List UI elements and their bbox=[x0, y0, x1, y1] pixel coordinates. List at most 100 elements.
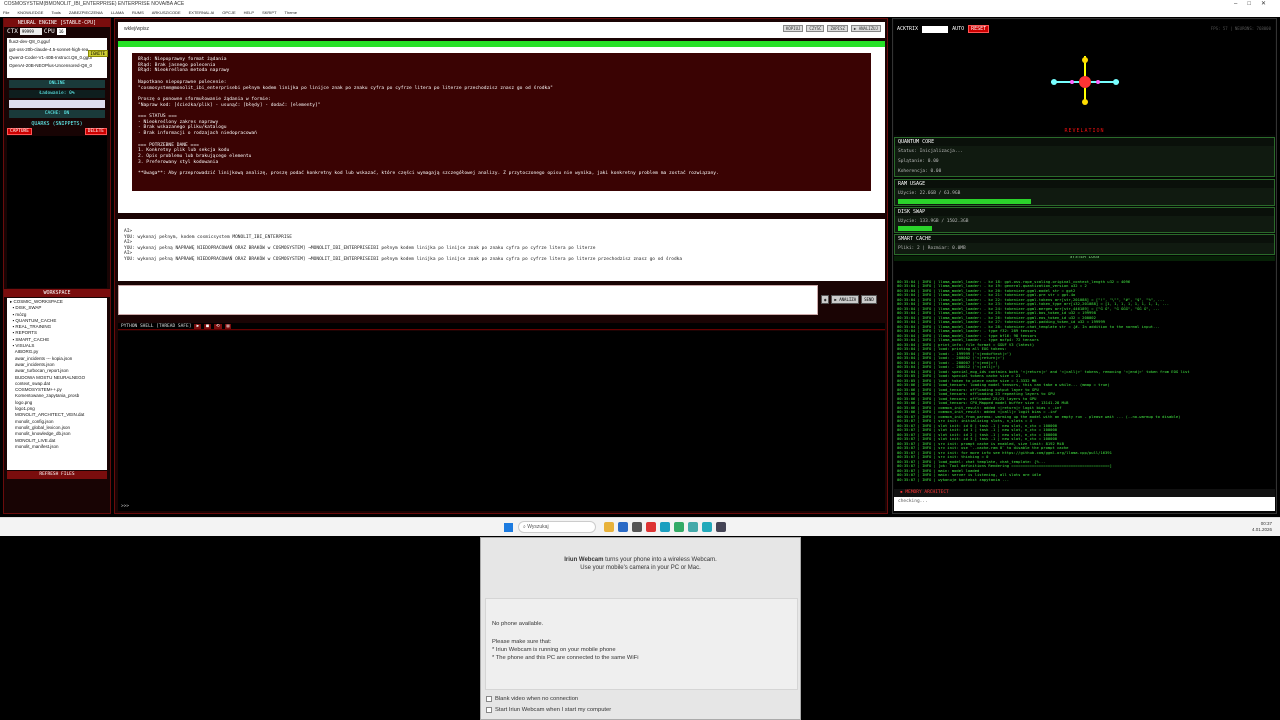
delete-button[interactable]: DELETE bbox=[84, 128, 107, 135]
python-icon[interactable] bbox=[716, 522, 726, 532]
quantum-status: Status: Inicjalizacja... bbox=[898, 149, 964, 154]
tree-item[interactable]: monolit_manifest.json bbox=[10, 444, 104, 450]
revelation-label: REVELATION bbox=[1064, 128, 1105, 134]
edge-icon[interactable] bbox=[660, 522, 670, 532]
menu-item[interactable]: ZABEZPIECZENIA bbox=[69, 10, 103, 16]
taskbar-search-text: Wyszukaj bbox=[527, 524, 549, 530]
python-shell[interactable]: >>> bbox=[118, 331, 885, 511]
memory-architect-title: ▪ MEMORY ARCHITECT bbox=[894, 489, 1275, 497]
send-button[interactable]: SEND bbox=[861, 295, 877, 304]
ram-title: RAM USAGE bbox=[895, 180, 1274, 188]
checkbox-icon[interactable] bbox=[486, 707, 492, 713]
terminal-title: PYTHON SHELL [THREAD SAFE] bbox=[121, 323, 192, 329]
ctx-input[interactable]: 99999 bbox=[19, 28, 42, 35]
ctx-label: CTX bbox=[7, 28, 18, 35]
clock[interactable]: 00:37 4.01.2026 bbox=[1252, 521, 1272, 533]
blank-video-label: Blank video when no connection bbox=[495, 696, 579, 702]
snippet-list[interactable] bbox=[7, 136, 107, 288]
menu-item[interactable]: LLAMA bbox=[111, 10, 124, 16]
store-icon[interactable] bbox=[618, 522, 628, 532]
ram-usage-panel: RAM USAGE Użycie: 22.6GB / 63.9GB bbox=[894, 179, 1275, 206]
windows-start-icon[interactable] bbox=[504, 523, 513, 532]
dialog-brand: Iriun Webcam bbox=[564, 557, 604, 563]
taskbar-apps bbox=[604, 522, 726, 532]
smart-cache-panel: SMART CACHE Pliki: 2 | Rozmiar: 0.0MB bbox=[894, 234, 1275, 255]
engine-title: NEURAL ENGINE [STABLE-CPU] bbox=[4, 19, 110, 27]
autostart-checkbox[interactable]: Start Iriun Webcam when I start my compu… bbox=[486, 707, 611, 713]
menu-bar: File KNOWLEDGE Tools ZABEZPIECZENIA LLAMA RUM… bbox=[0, 9, 1280, 17]
send-button[interactable]: ▶ ANALIZA bbox=[831, 295, 860, 304]
disk-bar bbox=[898, 226, 933, 231]
model-item[interactable]: flux2-dev-Q8_0.gguf bbox=[9, 38, 105, 46]
prompt-input[interactable]: wklej/wpisz bbox=[118, 22, 885, 38]
quantum-koherencja: Koherencja: 0.00 bbox=[898, 169, 942, 174]
chrome-icon[interactable] bbox=[646, 522, 656, 532]
windows-taskbar: ⌕ Wyszukaj 00:37 4.01.2026 bbox=[0, 517, 1280, 536]
taskbar-search[interactable]: ⌕ Wyszukaj bbox=[518, 521, 596, 533]
top-buttons: KOPIUJ CZYŚĆ ZAPISZ ▶ ANALIZUJ bbox=[782, 25, 881, 32]
menu-item[interactable]: SKRIPT bbox=[262, 10, 276, 16]
smart-title: SMART CACHE bbox=[895, 235, 1274, 243]
blank-video-checkbox[interactable]: Blank video when no connection bbox=[486, 696, 578, 702]
memory-architect-input[interactable]: checking... bbox=[894, 497, 1275, 511]
checkbox-icon[interactable] bbox=[486, 696, 492, 702]
window-controls[interactable]: –□✕ bbox=[1234, 0, 1276, 7]
online-status: ONLINE bbox=[9, 80, 105, 88]
quantum-splatanie: Splątanie: 0.00 bbox=[898, 159, 939, 164]
toolbar-button[interactable]: CZYŚĆ bbox=[806, 25, 825, 32]
capture-button[interactable]: CAPTURE bbox=[7, 128, 32, 135]
file-tree[interactable]: ▸ COSMIC_WORKSPACE ▪ DISK_SWAP ▪ mózg ▪ … bbox=[7, 298, 107, 470]
quantum-title: QUANTUM CORE bbox=[895, 138, 1274, 146]
terminal-button[interactable]: ▤ bbox=[224, 323, 232, 329]
dialog-status-box: No phone available. Please make sure tha… bbox=[485, 598, 798, 690]
menu-item[interactable]: ARKUSZ/CODE bbox=[152, 10, 181, 16]
menu-item[interactable]: File bbox=[3, 10, 9, 16]
autostart-label: Start Iriun Webcam when I start my compu… bbox=[495, 707, 612, 713]
cache-status: CACHE: ON bbox=[9, 110, 105, 118]
model-list[interactable]: flux2-dev-Q8_0.gguf gpt-oss-20b-claude-4.… bbox=[7, 38, 107, 78]
menu-item[interactable]: Tools bbox=[51, 10, 60, 16]
terminal-button[interactable]: ▶ bbox=[194, 323, 202, 329]
send-buttons: ◉ ▶ ANALIZA SEND bbox=[821, 295, 877, 304]
progress-bar bbox=[9, 100, 105, 108]
quarks-title: QUARKS (SNIPPETS) bbox=[4, 120, 110, 128]
app-icon[interactable] bbox=[688, 522, 698, 532]
cpu-input[interactable]: 16 bbox=[56, 28, 66, 35]
ram-bar bbox=[898, 199, 1032, 204]
output-panel: Błąd: Niepoprawny format żądania Błąd: B… bbox=[118, 41, 885, 213]
menu-item[interactable]: RUMS bbox=[132, 10, 144, 16]
file-explorer-icon[interactable] bbox=[604, 522, 614, 532]
output-text: Błąd: Niepoprawny format żądania Błąd: B… bbox=[132, 53, 871, 191]
model-item[interactable]: OpenAI-20B-NEOPlus-Uncensored-Q8_0 bbox=[9, 62, 105, 70]
logs-title: SYSTEM LOGS bbox=[894, 256, 1275, 261]
dialog-intro-rest: turns your phone into a wireless Webcam. bbox=[603, 557, 717, 563]
toolbar-button[interactable]: KOPIUJ bbox=[782, 25, 804, 32]
menu-item[interactable]: EXTERNAL AI bbox=[189, 10, 215, 16]
ram-value: Użycie: 22.6GB / 63.9GB bbox=[898, 191, 961, 196]
terminal-button[interactable]: ■ bbox=[204, 323, 211, 329]
menu-item[interactable]: OPCJE bbox=[222, 10, 235, 16]
quantum-core-panel: QUANTUM CORE Status: Inicjalizacja... Sp… bbox=[894, 137, 1275, 177]
toolbar-button[interactable]: ZAPISZ bbox=[827, 25, 848, 32]
chat-input[interactable] bbox=[118, 285, 818, 315]
menu-item[interactable]: KNOWLEDGE bbox=[17, 10, 43, 16]
menu-item[interactable]: HELP bbox=[244, 10, 254, 16]
ignite-button[interactable]: IGNITE bbox=[87, 50, 108, 57]
refresh-files-button[interactable]: REFRESH FILES bbox=[7, 471, 107, 479]
visualizer: ACKTRIX AUTO RESET FPS: 57 | NEURONS: 76… bbox=[894, 20, 1275, 135]
center-panel: wklej/wpisz KOPIUJ CZYŚĆ ZAPISZ ▶ ANALIZUJ … bbox=[114, 18, 888, 514]
menu-item[interactable]: Theme bbox=[285, 10, 297, 16]
toolbar-button[interactable]: ▶ ANALIZUJ bbox=[850, 25, 881, 32]
snippet-buttons: CAPTURE DELETE bbox=[4, 128, 110, 135]
point-2: * The phone and this PC are connected to… bbox=[492, 655, 639, 661]
disk-title: DISK SWAP bbox=[895, 208, 1274, 216]
dialog-intro: Iriun Webcam turns your phone into a wir… bbox=[481, 556, 800, 572]
window-title: COSMOSYSTEM(BMONOLIT_IBI_ENTERPRISE) ENT… bbox=[0, 0, 1280, 9]
send-button[interactable]: ◉ bbox=[821, 295, 830, 304]
vscode-icon[interactable] bbox=[702, 522, 712, 532]
terminal-button[interactable]: ⟲ bbox=[213, 323, 222, 329]
disk-value: Użycie: 133.9GB / 1502.3GB bbox=[898, 219, 969, 224]
sheets-icon[interactable] bbox=[674, 522, 684, 532]
no-phone-text: No phone available. bbox=[492, 621, 544, 627]
terminal-icon[interactable] bbox=[632, 522, 642, 532]
